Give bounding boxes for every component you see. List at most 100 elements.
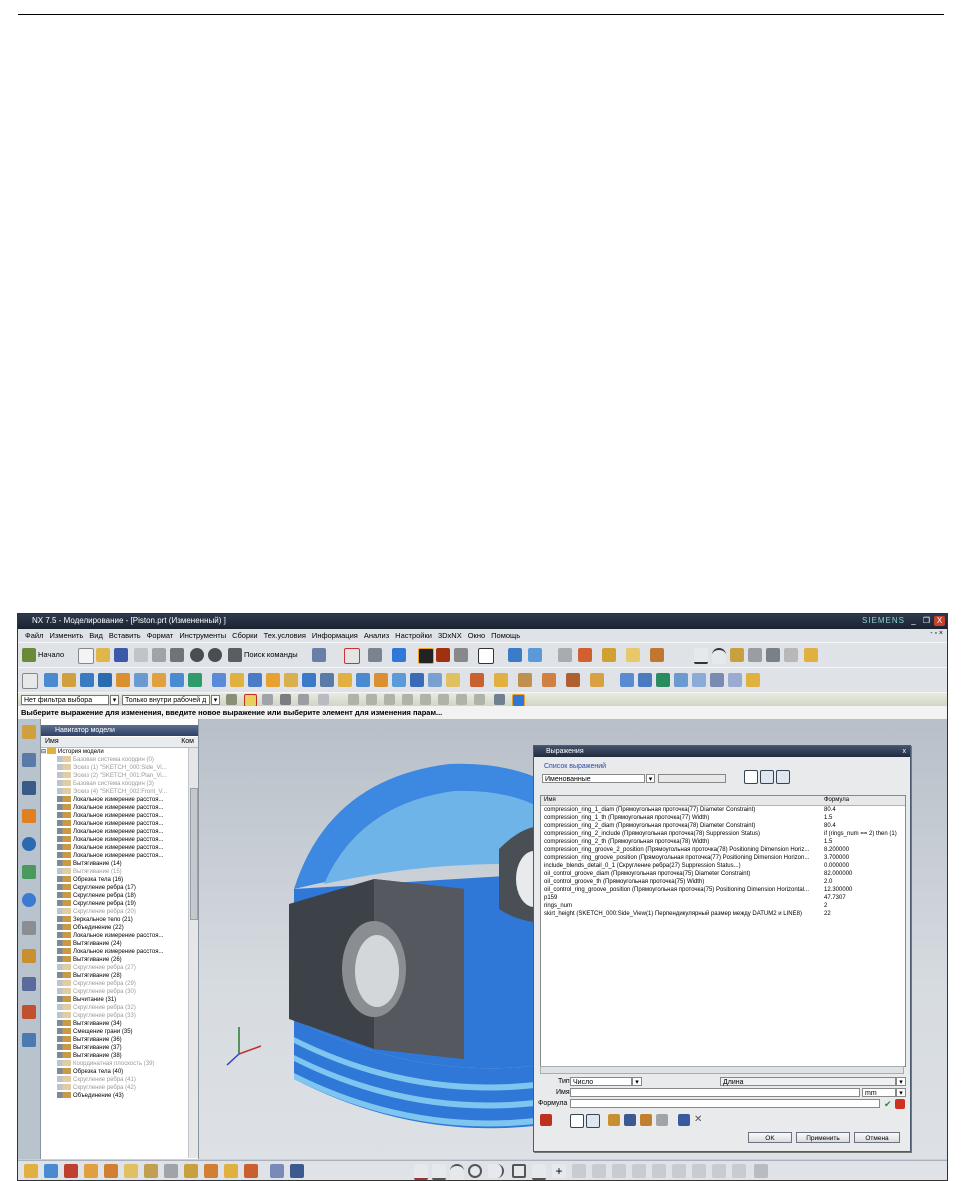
profile-icon[interactable] (414, 1164, 428, 1180)
mirror-body-icon[interactable] (446, 673, 460, 687)
unit-kind-select[interactable]: Длина (720, 1077, 896, 1086)
redo-icon[interactable] (208, 648, 222, 662)
pad-icon[interactable] (134, 673, 148, 687)
surface-icon[interactable] (620, 673, 634, 687)
snap-intersect-icon[interactable] (402, 694, 413, 705)
table-row[interactable]: compression_ring_2_include (Прямоугольна… (541, 830, 905, 838)
find-command-icon[interactable] (228, 648, 242, 662)
tree-item[interactable]: Скругление ребра (17) (41, 884, 189, 892)
quick-extend-icon[interactable] (632, 1164, 646, 1178)
delete-expression-icon[interactable]: ✕ (694, 1114, 702, 1125)
snap-end-icon[interactable] (348, 694, 359, 705)
revolve-icon[interactable] (62, 673, 76, 687)
intersect-curve-icon[interactable] (204, 1164, 218, 1178)
export-icon[interactable] (640, 1114, 652, 1126)
update-icon[interactable] (656, 1114, 668, 1126)
subtract-icon[interactable] (230, 673, 244, 687)
arc-icon[interactable] (712, 648, 726, 664)
import-icon[interactable] (624, 1114, 636, 1126)
bounded-plane-icon[interactable] (674, 673, 688, 687)
dialog-close-button[interactable]: x (903, 746, 907, 757)
measure-icon[interactable] (626, 648, 640, 662)
plane-icon[interactable] (144, 1164, 158, 1178)
reject-edit-icon[interactable] (895, 1099, 905, 1109)
thicken-icon[interactable] (410, 673, 424, 687)
quick-trim-icon[interactable] (612, 1164, 626, 1178)
offset-face-icon[interactable] (374, 673, 388, 687)
snap-quadrant-icon[interactable] (438, 694, 449, 705)
menu-item[interactable]: Настройки (392, 630, 435, 641)
reference-icon[interactable] (608, 1114, 620, 1126)
table-row[interactable]: oil_control_groove_diam (Прямоугольная п… (541, 870, 905, 878)
view-orient-icon[interactable] (392, 648, 406, 662)
datum-axis-icon[interactable] (64, 1164, 78, 1178)
roles-icon[interactable] (22, 977, 36, 991)
menu-item[interactable]: Инструменты (176, 630, 229, 641)
table-row[interactable]: compression_ring_1_diam (Прямоугольная п… (541, 806, 905, 814)
tree-item[interactable]: Обрезка тела (40) (41, 1068, 189, 1076)
menu-item[interactable]: Анализ (361, 630, 392, 641)
start-menu-button[interactable]: Начало (38, 650, 64, 659)
tree-item[interactable]: Вытягивание (38) (41, 1052, 189, 1060)
layer-icon[interactable] (558, 648, 572, 662)
tree-item[interactable]: Локальное измерение расстоя... (41, 948, 189, 956)
tree-item[interactable]: Зеркальное тело (21) (41, 916, 189, 924)
scope-dropdown-arrow[interactable]: ▾ (211, 695, 220, 705)
measure-distance-icon[interactable] (586, 1114, 600, 1128)
palette-icon[interactable] (22, 1033, 36, 1047)
zoom-icon[interactable] (368, 648, 382, 662)
table-row[interactable]: compression_ring_groove_2_position (Прям… (541, 846, 905, 854)
fit-icon[interactable] (344, 648, 360, 664)
close-button[interactable]: X (934, 616, 945, 626)
move-icon[interactable] (602, 648, 616, 662)
sketch-fillet-icon[interactable] (488, 1164, 504, 1178)
emboss-icon[interactable] (152, 673, 166, 687)
draft-icon[interactable] (320, 673, 334, 687)
tree-item[interactable]: Вытягивание (15) (41, 868, 189, 876)
constraints-icon[interactable] (672, 1164, 686, 1178)
constraint-navigator-icon[interactable] (22, 753, 36, 767)
sketch-spline-icon[interactable] (592, 1164, 606, 1178)
scale-body-icon[interactable] (392, 673, 406, 687)
menu-item[interactable]: Сборки (229, 630, 261, 641)
menu-item[interactable]: Изменить (46, 630, 86, 641)
copy-icon[interactable] (152, 648, 166, 662)
col-name-header[interactable]: Имя (544, 796, 556, 805)
function-icon[interactable] (540, 1114, 552, 1126)
curve-tools-icon[interactable] (748, 648, 762, 662)
sync-offset-icon[interactable] (494, 673, 508, 687)
paste-icon[interactable] (170, 648, 184, 662)
tree-item[interactable]: Скругление ребра (32) (41, 1004, 189, 1012)
sketch-view-icon[interactable] (290, 1164, 304, 1178)
tree-item[interactable]: Скругление ребра (18) (41, 892, 189, 900)
chamfer-icon[interactable] (284, 673, 298, 687)
fx-icon[interactable] (570, 1114, 584, 1128)
tree-item[interactable]: Локальное измерение расстоя... (41, 828, 189, 836)
tree-item[interactable]: Скругление ребра (33) (41, 1012, 189, 1020)
tree-item[interactable]: Объединение (43) (41, 1092, 189, 1100)
list-all-icon[interactable] (744, 770, 758, 784)
boss-icon[interactable] (98, 673, 112, 687)
new-sketch-icon[interactable] (22, 673, 38, 689)
tree-item[interactable]: Вытягивание (26) (41, 956, 189, 964)
menu-item[interactable]: Файл (22, 630, 46, 641)
web-browser-icon[interactable] (22, 837, 36, 851)
history-palette-icon[interactable] (22, 865, 36, 879)
tree-item[interactable]: Координатная плоскость (39) (41, 1060, 189, 1068)
selection-scope-select[interactable]: Только внутри рабочей д (122, 695, 210, 705)
find-command-button[interactable]: Поиск команды (244, 650, 298, 659)
table-row[interactable]: skirt_height (SKETCH_000:Side_View(1) Пе… (541, 910, 905, 918)
cancel-button[interactable]: Отмена (854, 1132, 900, 1143)
trim-sheet-icon[interactable] (710, 673, 724, 687)
edge-blend-icon[interactable] (266, 673, 280, 687)
tree-item[interactable]: Вытягивание (34) (41, 1020, 189, 1028)
expression-list-select[interactable]: Именованные (542, 774, 645, 783)
tree-item[interactable]: Локальное измерение расстоя... (41, 812, 189, 820)
bridge-curve-icon[interactable] (224, 1164, 238, 1178)
sketch-line-icon[interactable] (432, 1164, 446, 1180)
mdi-controls[interactable]: - ▫ × (930, 630, 943, 637)
tree-item[interactable]: Скругление ребра (19) (41, 900, 189, 908)
menu-item[interactable]: Формат (144, 630, 177, 641)
start-icon[interactable] (22, 648, 36, 662)
tree-item[interactable]: Смещение грани (35) (41, 1028, 189, 1036)
